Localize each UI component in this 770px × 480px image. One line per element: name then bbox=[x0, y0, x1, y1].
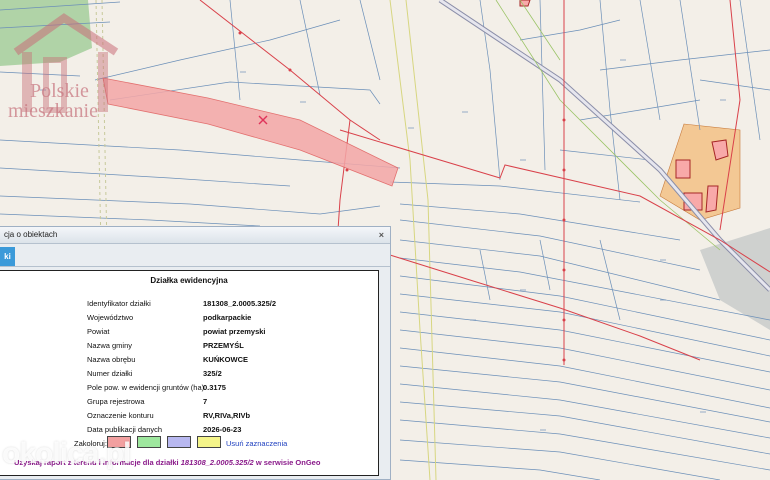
card-title: Działka ewidencyjna bbox=[150, 276, 228, 285]
building bbox=[675, 159, 691, 179]
okolica-watermark: okolica.pl bbox=[2, 437, 131, 470]
watermark-line2: mieszkanie bbox=[8, 100, 98, 122]
swatch-blue-button[interactable] bbox=[167, 436, 191, 448]
swatch-yellow-button[interactable] bbox=[197, 436, 221, 448]
panel-tab-strip: ki bbox=[0, 244, 390, 267]
building bbox=[519, 0, 531, 7]
panel-header: cja o obiektach × bbox=[0, 227, 390, 244]
building bbox=[705, 185, 719, 213]
swatch-green-button[interactable] bbox=[137, 436, 161, 448]
panel-title: cja o obiektach bbox=[4, 230, 58, 239]
close-icon[interactable]: × bbox=[379, 227, 384, 243]
tab-dzialki[interactable]: ki bbox=[0, 247, 15, 266]
clear-selection-link[interactable]: Usuń zaznaczenia bbox=[226, 439, 287, 448]
